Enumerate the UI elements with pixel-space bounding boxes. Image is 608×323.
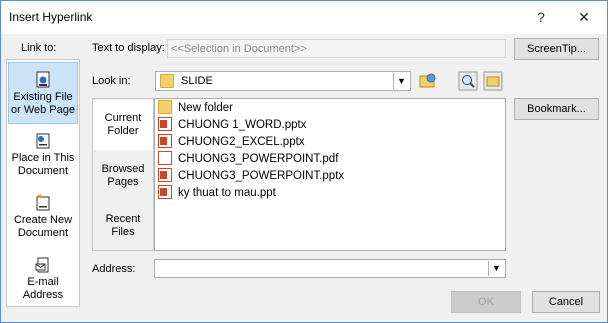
file-name: CHUONG2_EXCEL.pptx xyxy=(178,136,305,148)
tab-browsed-pages[interactable]: Browsed Pages xyxy=(93,159,153,199)
look-in-label: Look in: xyxy=(92,75,131,87)
cancel-button[interactable]: Cancel xyxy=(532,291,600,313)
file-name: CHUONG 1_WORD.pptx xyxy=(178,119,307,131)
list-item[interactable]: CHUONG3_POWERPOINT.pptx xyxy=(158,168,344,185)
address-label: Address: xyxy=(92,263,136,275)
new-document-icon xyxy=(36,194,50,211)
pptx-icon xyxy=(158,117,172,131)
link-to-email-address[interactable]: E-mail Address xyxy=(8,256,78,304)
dialog-title: Insert Hyperlink xyxy=(9,10,93,24)
tab-recent-files[interactable]: Recent Files xyxy=(93,209,153,249)
file-name: New folder xyxy=(178,102,233,114)
place-in-document-icon xyxy=(36,133,50,149)
browse-web-button[interactable] xyxy=(417,70,439,92)
create-new-document-label: Create New Document xyxy=(13,214,73,239)
close-button[interactable]: ✕ xyxy=(572,7,596,27)
text-to-display-label: Text to display: xyxy=(92,42,165,54)
open-folder-icon xyxy=(483,71,503,91)
ppt-icon xyxy=(158,185,172,199)
chevron-down-icon[interactable]: ▼ xyxy=(488,261,504,276)
address-input[interactable]: ▼ xyxy=(154,259,506,278)
list-item[interactable]: CHUONG3_POWERPOINT.pdf xyxy=(158,151,338,168)
link-to-panel: Existing File or Web Page Place in This … xyxy=(6,59,80,307)
email-address-label: E-mail Address xyxy=(22,276,64,301)
file-list: New folder CHUONG 1_WORD.pptx CHUONG2_EX… xyxy=(154,98,506,251)
tab-current-folder[interactable]: Current Folder xyxy=(93,100,153,150)
open-folder-button[interactable] xyxy=(482,70,504,92)
title-bar: Insert Hyperlink ? ✕ xyxy=(1,1,607,34)
look-in-select[interactable]: SLIDE ▼ xyxy=(155,71,411,91)
list-item[interactable]: ky thuat to mau.ppt xyxy=(158,185,276,202)
file-name: CHUONG3_POWERPOINT.pdf xyxy=(178,153,339,165)
list-item[interactable]: CHUONG 1_WORD.pptx xyxy=(158,117,306,134)
list-item[interactable]: New folder xyxy=(158,100,233,117)
file-name: CHUONG3_POWERPOINT.pptx xyxy=(178,170,345,182)
pptx-icon xyxy=(158,168,172,182)
help-button[interactable]: ? xyxy=(529,7,553,27)
browse-category-tabs: Current Folder Browsed Pages Recent File… xyxy=(92,98,154,251)
browse-file-button[interactable] xyxy=(457,70,479,92)
browse-web-icon xyxy=(419,73,436,88)
look-in-value: SLIDE xyxy=(181,75,213,87)
chevron-down-icon[interactable]: ▼ xyxy=(393,73,409,89)
folder-icon xyxy=(160,74,174,88)
insert-hyperlink-dialog: Insert Hyperlink ? ✕ Link to: Existing F… xyxy=(0,0,608,323)
ok-button[interactable]: OK xyxy=(451,291,521,313)
list-item[interactable]: CHUONG2_EXCEL.pptx xyxy=(158,134,305,151)
screentip-button[interactable]: ScreenTip... xyxy=(514,38,599,60)
link-to-label: Link to: xyxy=(21,42,57,54)
file-name: ky thuat to mau.ppt xyxy=(178,187,276,199)
email-icon xyxy=(35,257,49,273)
link-to-create-new-document[interactable]: Create New Document xyxy=(8,194,78,244)
bookmark-button[interactable]: Bookmark... xyxy=(514,98,599,120)
link-to-existing-file[interactable]: Existing File or Web Page xyxy=(8,62,78,124)
link-to-place-in-document[interactable]: Place in This Document xyxy=(8,132,78,182)
search-icon xyxy=(458,71,478,91)
pdf-icon xyxy=(158,151,172,165)
place-in-document-label: Place in This Document xyxy=(11,152,75,177)
folder-icon xyxy=(158,100,172,114)
existing-file-icon xyxy=(36,71,50,88)
existing-file-label: Existing File or Web Page xyxy=(10,91,75,116)
pptx-icon xyxy=(158,134,172,148)
text-to-display-input[interactable]: <<Selection in Document>> xyxy=(167,39,506,58)
